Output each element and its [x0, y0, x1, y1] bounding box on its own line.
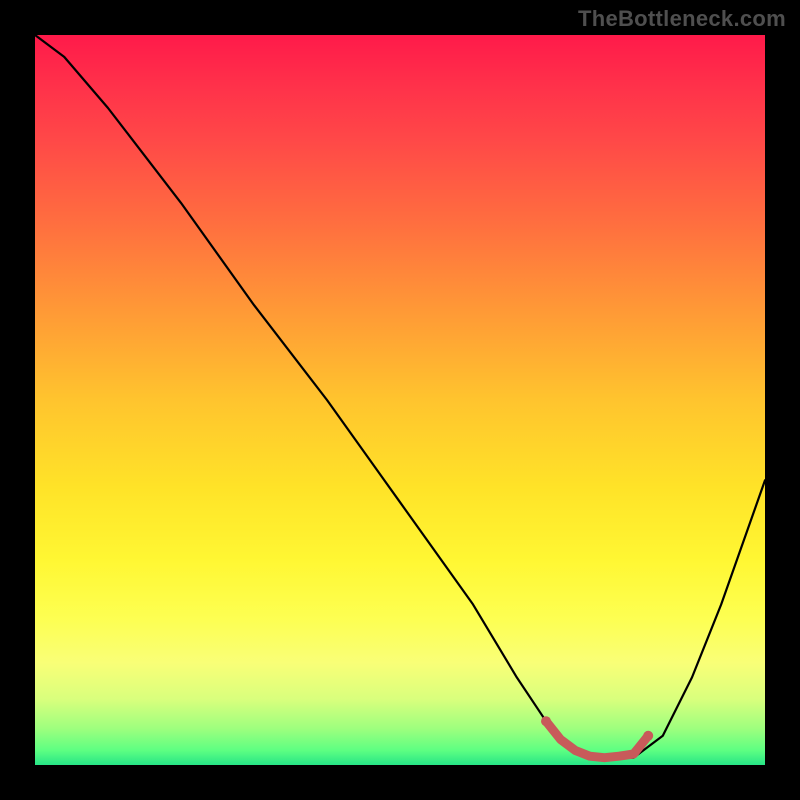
chart-frame: TheBottleneck.com: [0, 0, 800, 800]
optimal-endpoint-left-icon: [541, 716, 551, 726]
optimal-segment: [546, 721, 648, 758]
curve-layer: [35, 35, 765, 765]
bottleneck-curve: [35, 35, 765, 758]
optimal-endpoint-right-icon: [643, 731, 653, 741]
plot-area: [35, 35, 765, 765]
watermark-text: TheBottleneck.com: [578, 6, 786, 32]
